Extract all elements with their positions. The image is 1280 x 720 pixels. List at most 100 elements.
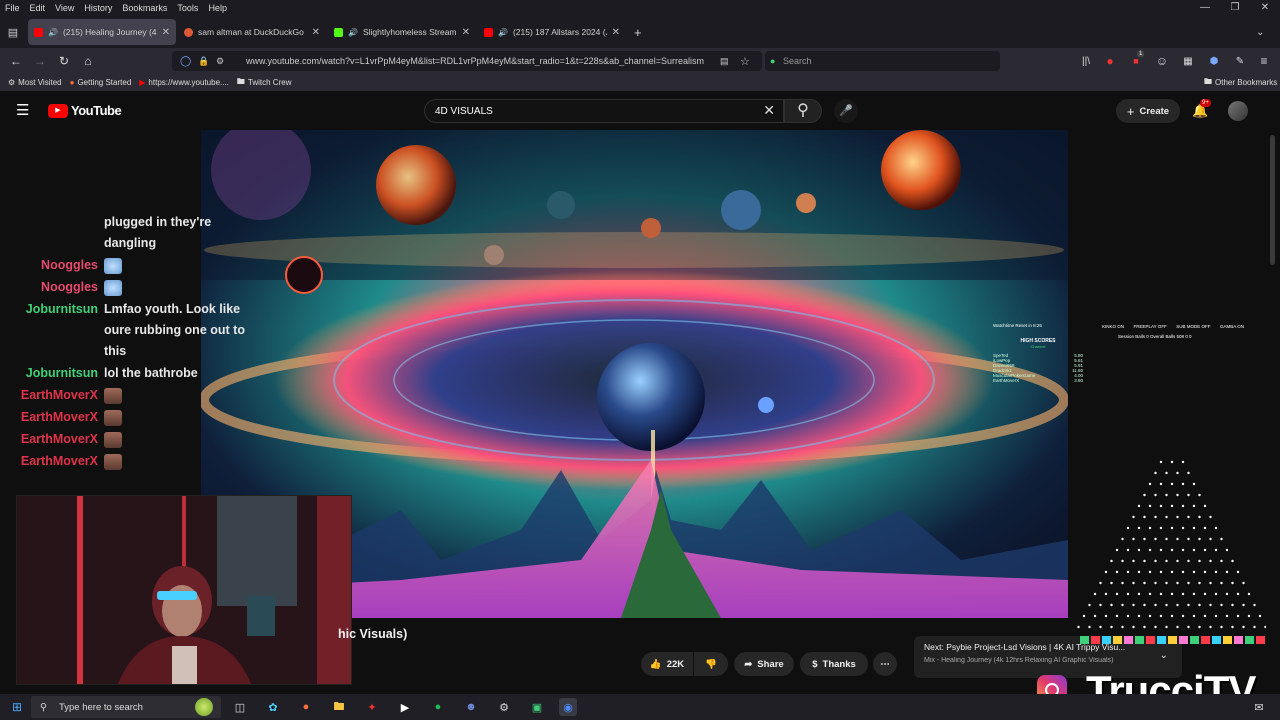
like-button[interactable]: 👍 22K [641,652,693,676]
plinko-peg [1258,614,1262,618]
menu-help[interactable]: Help [203,3,232,13]
tab-duckduckgo[interactable]: sam altman at DuckDuckGo ✕ [178,19,326,45]
menu-tools[interactable]: Tools [172,3,203,13]
close-tab-icon[interactable]: ✕ [612,27,620,38]
hamburger-menu-icon[interactable]: ☰ [16,101,29,119]
spotify-icon[interactable]: ● [429,698,447,716]
thanks-button[interactable]: $ Thanks [800,652,868,676]
plinko-peg [1170,526,1174,530]
plinko-slot [1091,636,1100,644]
chrome-icon[interactable]: ◉ [559,698,577,716]
bookmark-getting-started[interactable]: ● Getting Started [62,78,132,87]
bookmark-youtube[interactable]: ▶ https://www.youtube.... [131,78,229,87]
clear-search-icon[interactable]: ✕ [763,102,775,119]
more-actions-button[interactable]: ⋯ [873,652,897,676]
forward-icon[interactable]: → [28,54,52,68]
plinko-peg [1209,559,1212,563]
plinko-peg [1181,482,1185,486]
settings-gear-icon[interactable]: ⚙ [495,698,513,716]
tab-list-icon[interactable]: ▤ [0,26,26,39]
plinko-peg [1220,603,1223,607]
ublock-icon[interactable]: ■ [1124,56,1148,66]
speaker-icon[interactable]: 🔊 [48,28,58,37]
avatar[interactable] [1228,101,1248,121]
tab-healing-journey[interactable]: 🔊 (215) Healing Journey (4k 1 ✕ [28,19,176,45]
plinko-peg [1121,581,1124,585]
youtube-play-icon: ▶ [48,103,68,118]
permissions-icon[interactable]: ⚙ [216,56,224,67]
app-menu-icon[interactable]: ≡ [1252,54,1276,68]
close-window-icon[interactable]: ✕ [1250,0,1280,16]
youtube-search-button[interactable]: ⚲ [784,99,822,123]
speaker-icon[interactable]: 🔊 [498,28,508,37]
menu-edit[interactable]: Edit [25,3,51,13]
scrollbar-thumb[interactable] [1270,135,1275,265]
search-engine-icon: ● [770,56,776,66]
bookmark-star-icon[interactable]: ☆ [740,55,750,68]
extension-icon[interactable]: ● [1098,54,1122,68]
back-icon[interactable]: ← [4,54,28,68]
emote-icon [104,454,122,470]
task-view-icon[interactable]: ◫ [231,698,249,716]
library-icon[interactable]: ||\ [1074,56,1098,67]
vpn-icon[interactable]: ⬢ [1202,56,1226,67]
windows-start-icon[interactable]: ⊞ [8,698,26,716]
youtube-search-input[interactable]: 4D VISUALS ✕ [424,99,784,123]
reader-view-icon[interactable]: ▤ [720,56,729,67]
copilot-icon[interactable]: ✿ [264,698,282,716]
restore-icon[interactable]: ❐ [1220,0,1250,16]
bookmark-most-visited[interactable]: ⚙ Most Visited [0,78,62,87]
chat-line: oure rubbing one out to [14,323,245,337]
file-explorer-icon[interactable]: 🖿 [330,698,348,716]
tab-title: (215) 187 Allstars 2024 (Jan [512,27,607,37]
video-title: hic Visuals) [338,627,408,641]
home-icon[interactable]: ⌂ [76,54,100,68]
share-button[interactable]: ➦ Share [734,652,794,676]
voice-search-button[interactable]: 🎤 [834,99,858,123]
bookmark-other[interactable]: 🖿 Other Bookmarks [1196,76,1277,90]
tab-title: sam altman at DuckDuckGo [198,27,304,37]
menu-file[interactable]: File [0,3,25,13]
menu-view[interactable]: View [50,3,79,13]
menu-bookmarks[interactable]: Bookmarks [117,3,172,13]
webcam-overlay [16,495,352,685]
chat-message: plugged in they're [104,215,212,229]
youtube-logo[interactable]: ▶ YouTube [48,103,122,118]
plinko-peg [1115,548,1119,552]
plinko-peg [1104,614,1108,618]
tab-allstars[interactable]: 🔊 (215) 187 Allstars 2024 (Jan ✕ [478,19,626,45]
plinko-peg [1099,581,1102,585]
app-green-icon[interactable]: ▣ [528,698,546,716]
url-bar[interactable]: ◯ 🔒 ⚙ www.youtube.com/watch?v=L1vrPpM4ey… [172,51,762,71]
bookmark-twitch-crew[interactable]: 🖿 Twitch Crew [229,76,292,90]
reload-icon[interactable]: ↻ [52,54,76,68]
extensions-icon[interactable]: ✎ [1228,56,1252,67]
app-icon[interactable]: ✦ [363,698,381,716]
close-tab-icon[interactable]: ✕ [462,27,470,38]
shield-icon[interactable]: ◯ [180,56,191,67]
close-tab-icon[interactable]: ✕ [162,27,170,38]
tab-overflow-icon[interactable]: ⌄ [1256,27,1264,38]
account-icon[interactable]: ☺ [1150,54,1174,68]
menu-history[interactable]: History [79,3,117,13]
firefox-icon[interactable]: ● [297,698,315,716]
discord-icon[interactable]: ☻ [462,698,480,716]
media-player-icon[interactable]: ▶ [396,698,414,716]
chat-message: dangling [104,236,157,250]
containers-icon[interactable]: ▦ [1176,56,1200,67]
minimize-icon[interactable]: — [1190,0,1220,16]
close-tab-icon[interactable]: ✕ [312,27,320,38]
plinko-peg [1253,625,1256,629]
speaker-icon[interactable]: 🔊 [348,28,358,37]
plinko-peg [1225,592,1229,596]
browser-search-input[interactable]: ● Search [765,51,1000,71]
new-tab-icon[interactable]: + [634,25,642,40]
dislike-button[interactable]: 👎 [694,652,728,676]
scrollbar[interactable] [1270,130,1276,690]
tab-kick-stream[interactable]: 🔊 Slightlyhomeless Stream - \ ✕ [328,19,476,45]
lock-icon[interactable]: 🔒 [198,56,209,67]
create-button[interactable]: + Create [1116,99,1180,123]
taskbar-search-input[interactable]: ⚲ Type here to search [31,696,221,718]
chevron-down-icon[interactable]: ⌄ [1160,650,1168,661]
notification-center-icon[interactable]: ✉ [1250,698,1268,716]
